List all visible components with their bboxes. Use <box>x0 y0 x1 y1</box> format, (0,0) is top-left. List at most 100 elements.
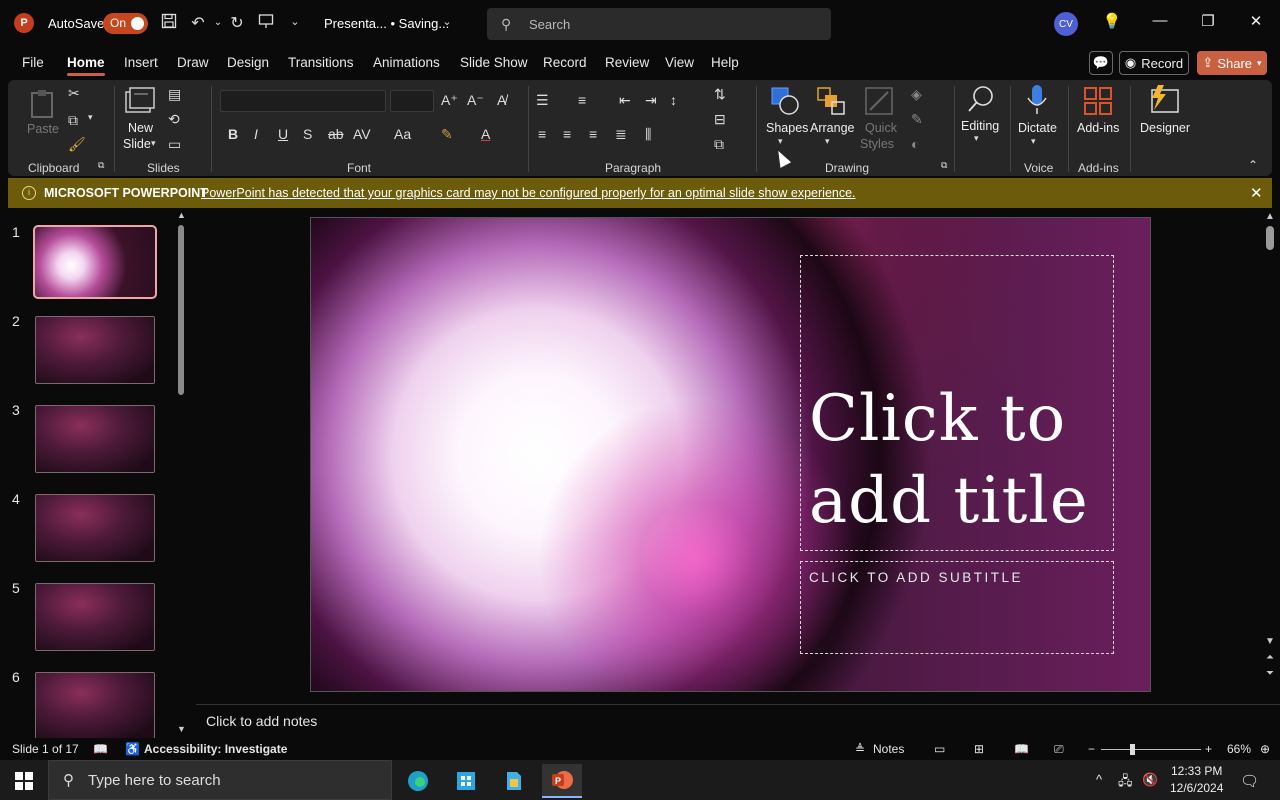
tab-transitions[interactable]: Transitions <box>288 55 354 70</box>
copy-dropdown-icon[interactable]: ▾ <box>88 112 93 123</box>
increase-indent-icon[interactable]: ⇥ <box>645 92 657 109</box>
slide-scroll-down-icon[interactable]: ▼ <box>1263 636 1277 647</box>
spellcheck-icon[interactable]: 📖 <box>93 742 108 756</box>
paste-icon[interactable] <box>28 88 58 118</box>
copy-icon[interactable]: ⧉ <box>68 112 78 129</box>
shape-effects-icon[interactable]: ◐ <box>911 136 919 152</box>
underline-icon[interactable]: U <box>278 126 288 142</box>
tab-file[interactable]: File <box>22 55 44 70</box>
slide-thumbnail-5[interactable] <box>35 583 155 651</box>
tab-slide-show[interactable]: Slide Show <box>460 55 528 70</box>
share-button[interactable]: ⇪ Share ▾ <box>1197 51 1267 75</box>
notes-pane[interactable]: Click to add notes <box>196 704 1280 738</box>
edge-icon[interactable] <box>398 764 438 798</box>
redo-icon[interactable]: ↻ <box>226 13 248 33</box>
collapse-ribbon-icon[interactable]: ⌃ <box>1248 158 1258 172</box>
present-icon[interactable] <box>255 13 277 34</box>
drawing-launcher-icon[interactable]: ⧉ <box>941 160 947 171</box>
justify-icon[interactable]: ≣ <box>615 126 627 143</box>
previous-slide-icon[interactable]: ⏶ <box>1263 652 1277 663</box>
comments-button[interactable]: 💬 <box>1089 51 1113 75</box>
accessibility-status[interactable]: Accessibility: Investigate <box>144 742 287 756</box>
decrease-font-icon[interactable]: A⁻ <box>467 92 484 109</box>
taskbar-search-input[interactable]: ⚲ Type here to search <box>48 760 392 800</box>
document-title[interactable]: Presenta... • Saving... <box>324 16 449 31</box>
microphone-icon[interactable] <box>1026 84 1048 119</box>
next-slide-icon[interactable]: ⏷ <box>1263 668 1277 679</box>
clear-formatting-icon[interactable]: A̸ <box>497 92 506 108</box>
customize-qat-icon[interactable]: ⌄ <box>284 15 306 28</box>
designer-icon[interactable] <box>1146 84 1180 119</box>
undo-icon[interactable]: ↶ <box>187 13 209 33</box>
font-name-field[interactable] <box>220 90 386 112</box>
text-direction-icon[interactable]: ⇅ <box>714 86 726 103</box>
shadow-icon[interactable]: S <box>303 126 312 142</box>
subtitle-placeholder[interactable]: CLICK TO ADD SUBTITLE <box>800 561 1114 654</box>
zoom-slider-knob[interactable] <box>1130 744 1135 755</box>
font-size-field[interactable] <box>390 90 434 112</box>
scroll-up-icon[interactable]: ▲ <box>177 210 186 220</box>
tab-design[interactable]: Design <box>227 55 269 70</box>
tab-home[interactable]: Home <box>67 55 105 76</box>
find-icon[interactable] <box>966 84 996 117</box>
font-color-icon[interactable]: A <box>481 126 490 142</box>
tab-insert[interactable]: Insert <box>124 55 158 70</box>
bullets-icon[interactable]: ☰ <box>536 92 549 109</box>
clipboard-launcher-icon[interactable]: ⧉ <box>98 160 104 171</box>
section-icon[interactable]: ▭ <box>168 136 181 153</box>
tray-chevron-icon[interactable]: ^ <box>1096 772 1102 787</box>
close-notification-icon[interactable]: ✕ <box>1250 184 1263 202</box>
new-slide-label-2[interactable]: Slide <box>123 137 151 151</box>
slide-sorter-icon[interactable]: ⊞ <box>974 742 984 756</box>
windows-start-icon[interactable] <box>15 772 33 790</box>
avatar[interactable]: CV <box>1054 12 1078 36</box>
notification-link[interactable]: PowerPoint has detected that your graphi… <box>201 186 856 200</box>
reset-icon[interactable]: ⟲ <box>168 111 180 128</box>
smartart-icon[interactable]: ⧉ <box>714 136 724 153</box>
format-painter-icon[interactable]: 🖌 <box>68 136 86 153</box>
network-icon[interactable]: 🖧 <box>1118 772 1133 794</box>
arrange-dropdown-icon[interactable]: ▾ <box>825 136 830 147</box>
scroll-down-icon[interactable]: ▼ <box>177 724 186 734</box>
shapes-dropdown-icon[interactable]: ▾ <box>778 136 783 147</box>
slide-canvas[interactable]: Click to add title CLICK TO ADD SUBTITLE <box>310 217 1151 692</box>
fit-to-window-icon[interactable]: ⊕ <box>1260 742 1270 756</box>
numbering-icon[interactable]: ≡ <box>578 92 586 108</box>
slide-thumbnail-6[interactable] <box>35 672 155 738</box>
file-explorer-icon[interactable] <box>494 764 534 798</box>
clock[interactable]: 12:33 PM 12/6/2024 <box>1170 763 1223 797</box>
change-case-icon[interactable]: Aa <box>394 126 411 142</box>
slide-thumbnail-4[interactable] <box>35 494 155 562</box>
shape-outline-icon[interactable]: ✎ <box>911 111 923 128</box>
slide-scroll-up-icon[interactable]: ▲ <box>1263 211 1277 222</box>
restore-icon[interactable]: ❐ <box>1196 12 1220 30</box>
line-spacing-icon[interactable]: ↕ <box>670 92 677 108</box>
new-slide-dropdown-icon[interactable]: ▾ <box>151 138 156 149</box>
tab-record[interactable]: Record <box>543 55 587 70</box>
tab-draw[interactable]: Draw <box>177 55 209 70</box>
shape-fill-icon[interactable]: ◈ <box>911 86 922 103</box>
new-slide-icon[interactable] <box>124 86 156 119</box>
tab-animations[interactable]: Animations <box>373 55 440 70</box>
cut-icon[interactable]: ✂ <box>68 85 80 102</box>
slide-show-icon[interactable]: ⎚ <box>1054 742 1064 757</box>
align-right-icon[interactable]: ≡ <box>589 126 597 142</box>
columns-icon[interactable]: ⫼ <box>645 126 651 143</box>
designer-label[interactable]: Designer <box>1140 121 1190 135</box>
lightbulb-icon[interactable]: 💡 <box>1100 12 1124 30</box>
zoom-level[interactable]: 66% <box>1227 742 1251 756</box>
increase-font-icon[interactable]: A⁺ <box>441 92 458 109</box>
editing-dropdown-icon[interactable]: ▾ <box>974 133 979 144</box>
highlight-icon[interactable]: ✎ <box>441 126 453 143</box>
strikethrough-icon[interactable]: ab <box>328 126 344 142</box>
quick-styles-icon[interactable] <box>864 86 894 119</box>
slide-thumbnail-3[interactable] <box>35 405 155 473</box>
character-spacing-icon[interactable]: AV <box>353 126 371 142</box>
layout-icon[interactable]: ▤ <box>168 86 181 103</box>
notification-center-icon[interactable]: 🗨 <box>1240 772 1259 790</box>
align-center-icon[interactable]: ≡ <box>563 126 571 142</box>
shapes-icon[interactable] <box>770 86 800 119</box>
align-text-icon[interactable]: ⊟ <box>714 111 726 128</box>
powerpoint-taskbar-icon[interactable]: P <box>542 764 582 798</box>
save-icon[interactable] <box>158 13 180 34</box>
